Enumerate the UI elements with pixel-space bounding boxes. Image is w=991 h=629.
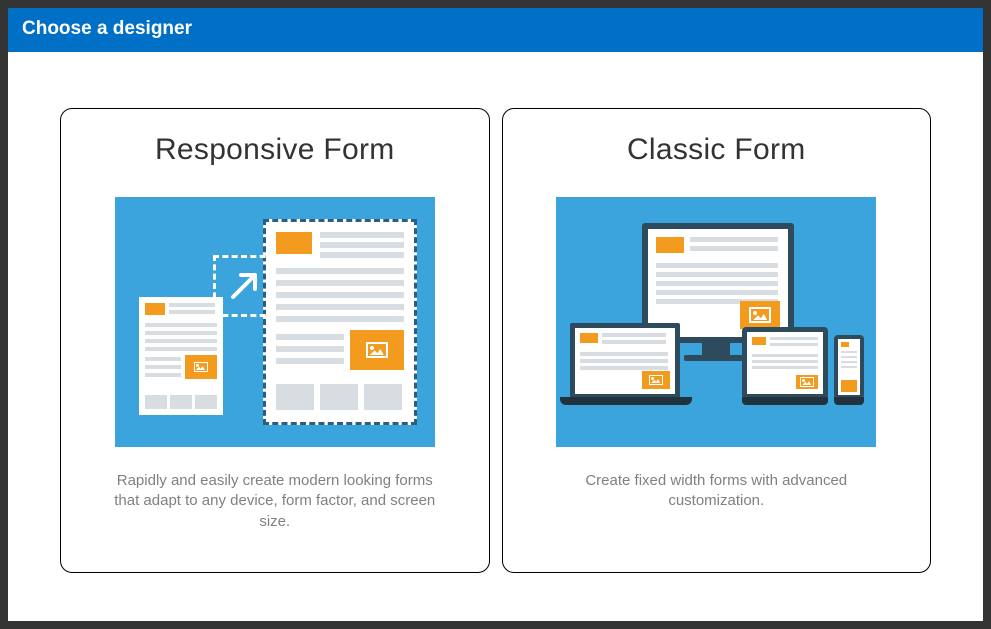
responsive-form-option[interactable]: Responsive Form <box>60 108 490 573</box>
responsive-form-illustration <box>115 197 435 447</box>
classic-form-option[interactable]: Classic Form <box>502 108 932 573</box>
classic-form-illustration <box>556 197 876 447</box>
tablet-icon <box>742 327 828 399</box>
laptop-base-icon <box>560 397 692 405</box>
small-document-icon <box>139 297 223 415</box>
laptop-icon <box>570 323 680 399</box>
option-title: Classic Form <box>627 133 806 167</box>
option-title: Responsive Form <box>155 133 395 167</box>
option-description: Rapidly and easily create modern looking… <box>105 471 445 532</box>
large-document-icon <box>263 219 417 425</box>
choose-designer-dialog: Choose a designer Responsive Form <box>8 8 983 621</box>
option-description: Create fixed width forms with advanced c… <box>546 471 886 512</box>
dialog-title: Choose a designer <box>8 8 983 52</box>
phone-icon <box>834 335 864 399</box>
dialog-content: Responsive Form <box>8 52 983 621</box>
tablet-base-icon <box>742 397 828 405</box>
phone-base-icon <box>834 397 864 405</box>
monitor-base-icon <box>684 355 748 361</box>
